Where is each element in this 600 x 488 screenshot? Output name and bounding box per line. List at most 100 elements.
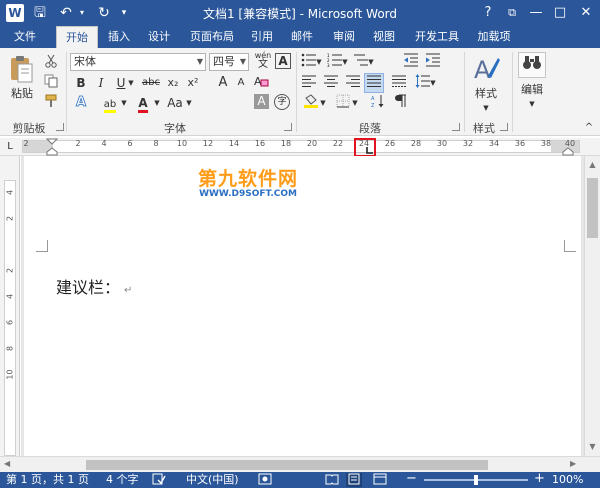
increase-indent-icon[interactable] — [424, 53, 442, 71]
first-line-indent-marker[interactable] — [46, 138, 58, 156]
print-layout-icon[interactable] — [346, 473, 362, 487]
chevron-down-icon[interactable]: ▼ — [119, 94, 129, 112]
change-case-button[interactable]: Aa — [164, 94, 186, 112]
bold-button[interactable]: B — [72, 74, 90, 92]
strikethrough-button[interactable]: abc — [140, 74, 162, 92]
tab-view[interactable]: 视图 — [364, 26, 404, 48]
tab-review[interactable]: 审阅 — [324, 26, 364, 48]
close-button[interactable]: ✕ — [574, 3, 598, 23]
horizontal-scrollbar[interactable]: ◀ ▶ — [0, 456, 600, 472]
tab-mailings[interactable]: 邮件 — [282, 26, 322, 48]
macro-recording-icon[interactable] — [258, 473, 272, 488]
vertical-scrollbar[interactable]: ▲ ▼ — [584, 156, 600, 456]
subscript-button[interactable]: x₂ — [164, 74, 182, 92]
styles-launcher-icon[interactable] — [500, 123, 508, 131]
align-left-icon[interactable] — [300, 74, 318, 92]
shrink-font-button[interactable]: A — [232, 74, 250, 92]
superscript-button[interactable]: x² — [184, 74, 202, 92]
tab-selector[interactable]: L — [4, 141, 16, 153]
styles-button[interactable]: A — [470, 54, 502, 84]
scroll-left-icon[interactable]: ◀ — [4, 459, 10, 468]
highlight-button[interactable]: ab — [100, 94, 120, 113]
text-effects-icon[interactable]: A — [72, 94, 90, 112]
vruler-tick: 4 — [5, 293, 15, 300]
web-layout-icon[interactable] — [372, 473, 388, 487]
align-right-icon[interactable] — [344, 74, 362, 92]
help-icon[interactable]: ? — [476, 3, 500, 23]
tab-file[interactable]: 文件 — [0, 26, 50, 48]
scroll-right-icon[interactable]: ▶ — [570, 459, 576, 468]
page-count[interactable]: 第 1 页，共 1 页 — [6, 473, 89, 487]
grow-font-button[interactable]: A — [214, 74, 232, 92]
chevron-down-icon[interactable]: ▼ — [184, 94, 194, 112]
tab-home[interactable]: 开始 — [56, 26, 98, 48]
word-count[interactable]: 4 个字 — [106, 473, 139, 487]
zoom-level[interactable]: 100% — [552, 473, 583, 487]
scroll-up-icon[interactable]: ▲ — [585, 160, 600, 169]
tab-design[interactable]: 设计 — [140, 26, 178, 48]
horizontal-ruler[interactable]: L 2 2 4 6 8 10 12 14 16 18 20 22 24 26 2… — [0, 138, 600, 157]
proofing-icon[interactable] — [152, 473, 166, 488]
zoom-in-button[interactable]: + — [534, 472, 545, 485]
tab-page-layout[interactable]: 页面布局 — [182, 26, 242, 48]
format-painter-icon[interactable] — [42, 94, 60, 112]
copy-icon[interactable] — [42, 74, 60, 92]
font-name-combo[interactable]: 宋体 ▼ — [70, 53, 206, 71]
font-launcher-icon[interactable] — [284, 123, 292, 131]
document-area: 第九软件网 WWW.D9SOFT.COM 建议栏： ↵ — [21, 156, 584, 456]
paste-label[interactable]: 粘贴 — [6, 86, 38, 102]
character-shading-button[interactable]: A — [254, 94, 269, 109]
document-page[interactable]: 第九软件网 WWW.D9SOFT.COM 建议栏： ↵ — [24, 156, 581, 456]
read-mode-icon[interactable] — [324, 473, 340, 487]
distributed-icon[interactable] — [390, 74, 408, 92]
zoom-out-button[interactable]: − — [406, 472, 417, 485]
chevron-down-icon[interactable]: ▼ — [476, 100, 496, 116]
document-text[interactable]: 建议栏： ↵ — [56, 274, 132, 298]
paste-button[interactable] — [6, 54, 36, 90]
editing-button[interactable] — [518, 52, 546, 78]
chevron-down-icon[interactable]: ▼ — [366, 53, 376, 71]
horizontal-scroll-thumb[interactable] — [86, 460, 488, 470]
font-color-button[interactable]: A — [134, 94, 152, 113]
collapse-ribbon-icon[interactable]: ^ — [582, 120, 596, 136]
clipboard-launcher-icon[interactable] — [56, 123, 64, 131]
tab-references[interactable]: 引用 — [244, 26, 280, 48]
italic-button[interactable]: I — [92, 74, 110, 92]
right-indent-marker[interactable] — [562, 147, 574, 156]
phonetic-guide-icon[interactable]: wén 文 — [252, 51, 274, 70]
chevron-down-icon[interactable]: ▼ — [126, 74, 136, 92]
zoom-slider-thumb[interactable] — [474, 475, 478, 485]
decrease-indent-icon[interactable] — [402, 53, 420, 71]
chevron-down-icon[interactable]: ▼ — [318, 94, 328, 112]
chevron-down-icon[interactable]: ▼ — [340, 53, 350, 71]
chevron-down-icon[interactable]: ▼ — [428, 74, 438, 92]
ruler-tick: 36 — [514, 139, 526, 148]
maximize-button[interactable]: □ — [548, 3, 572, 23]
ruler-tick: 28 — [410, 139, 422, 148]
tab-developer[interactable]: 开发工具 — [408, 26, 466, 48]
document-text-content: 建议栏： — [56, 278, 121, 297]
tab-insert[interactable]: 插入 — [100, 26, 138, 48]
show-marks-icon[interactable] — [392, 94, 410, 112]
tab-addins[interactable]: 加载项 — [470, 26, 518, 48]
minimize-button[interactable]: — — [524, 3, 548, 23]
justify-icon[interactable] — [364, 73, 384, 93]
font-name-value: 宋体 — [74, 55, 96, 68]
chevron-down-icon[interactable]: ▼ — [350, 94, 360, 112]
align-center-icon[interactable] — [322, 74, 340, 92]
vertical-ruler[interactable]: 4 2 2 4 6 8 10 — [0, 156, 20, 456]
ribbon-display-options-icon[interactable]: ⧉ — [500, 3, 524, 23]
clear-formatting-icon[interactable]: A — [252, 74, 270, 92]
paragraph-launcher-icon[interactable] — [452, 123, 460, 131]
cut-icon[interactable] — [42, 54, 60, 72]
sort-icon[interactable]: AZ — [370, 94, 388, 112]
chevron-down-icon[interactable]: ▼ — [314, 53, 324, 71]
scroll-down-icon[interactable]: ▼ — [585, 442, 600, 451]
font-size-combo[interactable]: 四号 ▼ — [209, 53, 249, 71]
language-indicator[interactable]: 中文(中国) — [186, 473, 239, 487]
vertical-scroll-thumb[interactable] — [587, 178, 598, 238]
chevron-down-icon[interactable]: ▼ — [522, 96, 542, 112]
chevron-down-icon[interactable]: ▼ — [152, 94, 162, 112]
enclose-characters-button[interactable]: 字 — [274, 94, 290, 110]
character-border-icon[interactable]: A — [275, 53, 291, 69]
